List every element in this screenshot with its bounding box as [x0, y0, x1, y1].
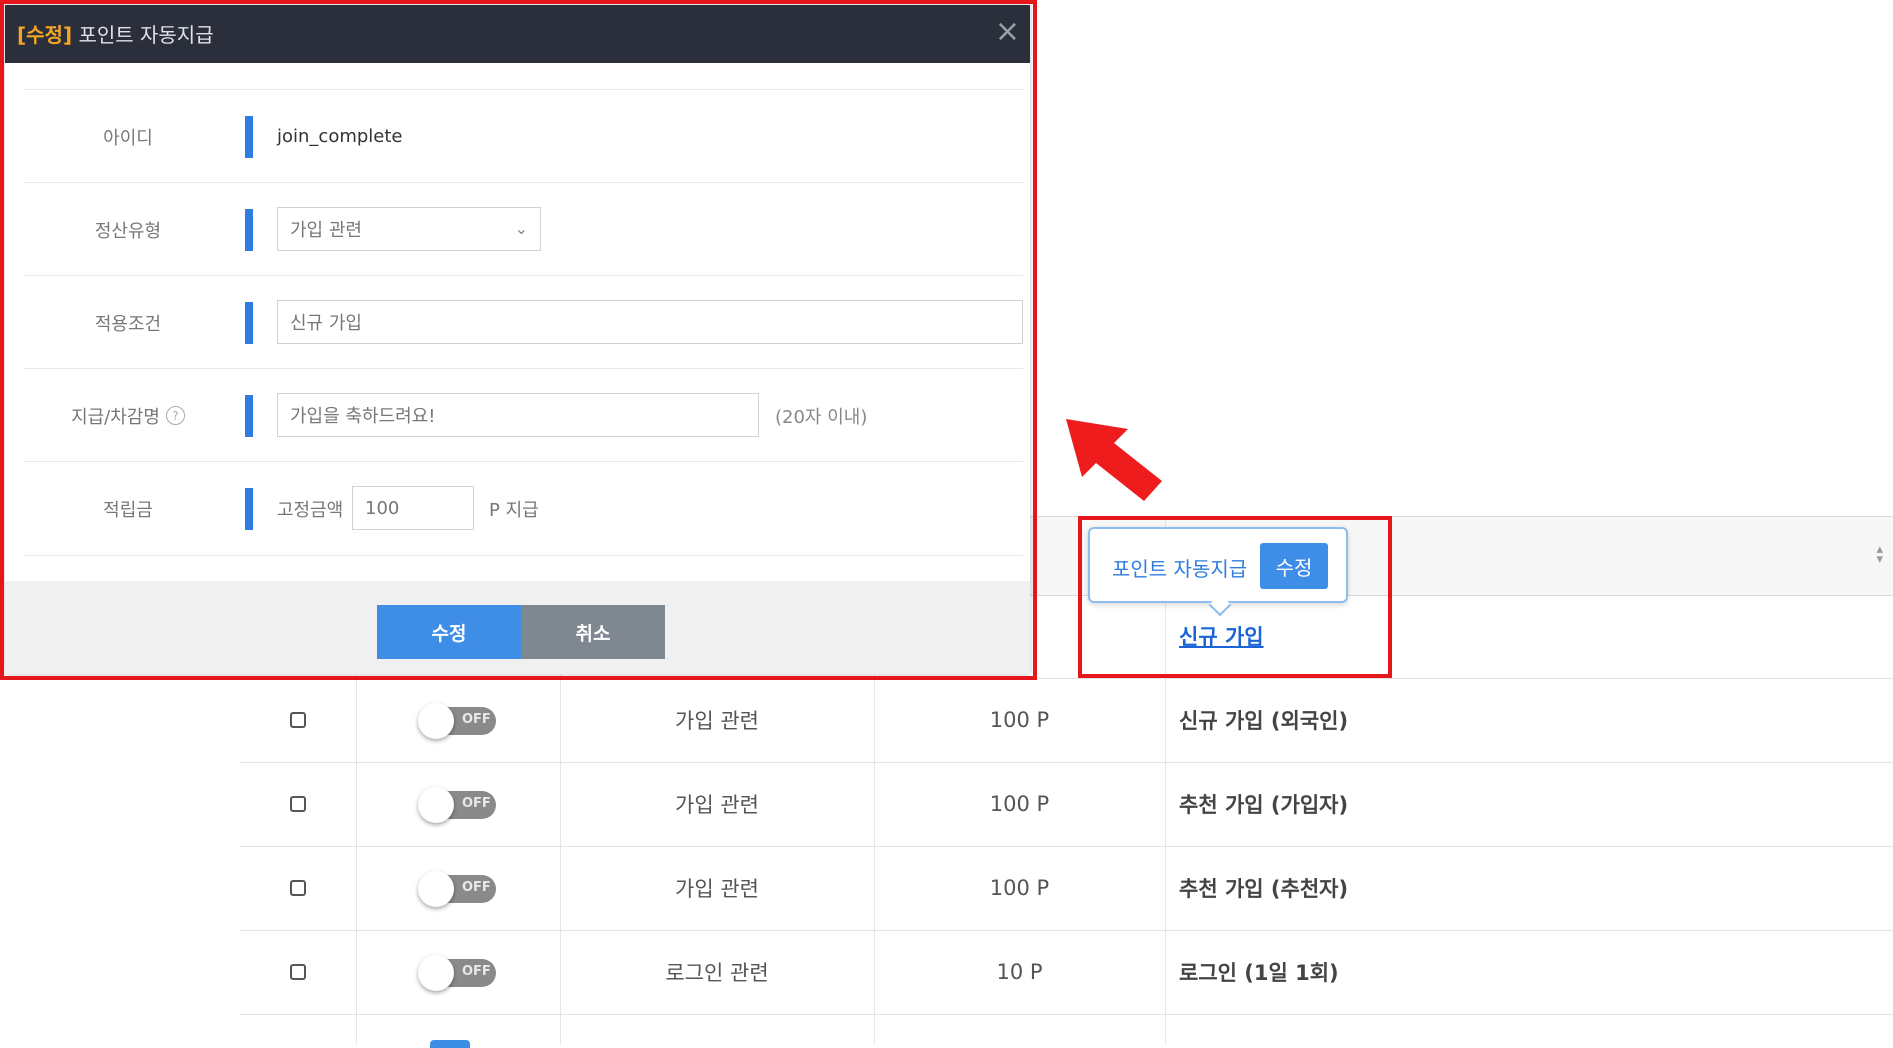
toggle-cell: OFF — [356, 930, 560, 1014]
name-cell[interactable]: 로그인 (1일 1회) — [1165, 930, 1879, 1014]
points-cell: 100 P — [989, 708, 1050, 732]
select-cell — [240, 762, 356, 846]
category-cell: 로그인 관련 — [665, 961, 769, 985]
row-divider — [560, 1014, 561, 1045]
name-cell[interactable]: 추천 가입 (가입자) — [1165, 762, 1879, 846]
category-cell: 가입 관련 — [675, 877, 759, 901]
row-checkbox[interactable] — [290, 796, 306, 812]
toggle-cell: OFF — [356, 762, 560, 846]
table-row: OFF 가입 관련 100 P 신규 가입 (외국인) — [240, 678, 1893, 763]
toggle-knob — [418, 955, 454, 991]
row-checkbox[interactable] — [290, 880, 306, 896]
name-cell[interactable]: 추천 가입 (추천자) — [1165, 846, 1879, 930]
points-cell: 100 P — [989, 876, 1050, 900]
toggle-label: OFF — [462, 880, 491, 895]
red-arrow-icon — [1066, 419, 1162, 501]
toggle-switch[interactable]: OFF — [418, 701, 498, 739]
modal-highlight-frame — [0, 0, 1037, 680]
toggle-switch[interactable]: OFF — [418, 785, 498, 823]
row-divider — [874, 1014, 875, 1045]
table-row: OFF 가입 관련 100 P 추천 가입 (추천자) — [240, 846, 1893, 931]
toggle-label: OFF — [462, 796, 491, 811]
category-cell: 가입 관련 — [675, 793, 759, 817]
select-cell — [240, 846, 356, 930]
points-cell: 10 P — [996, 960, 1043, 984]
row-checkbox[interactable] — [290, 964, 306, 980]
toggle-cell: OFF — [356, 846, 560, 930]
table-row: OFF 로그인 관련 10 P 로그인 (1일 1회) — [240, 930, 1893, 1015]
select-cell — [240, 678, 356, 762]
toggle-label: OFF — [462, 712, 491, 727]
toggle-knob — [418, 787, 454, 823]
category-cell: 가입 관련 — [675, 709, 759, 733]
toggle-switch[interactable]: OFF — [418, 953, 498, 991]
row-divider — [1165, 1014, 1166, 1045]
row-divider — [356, 1014, 357, 1045]
points-cell: 100 P — [989, 792, 1050, 816]
table-row: OFF 가입 관련 100 P 추천 가입 (가입자) — [240, 762, 1893, 847]
select-cell — [240, 930, 356, 1014]
toggle-cell: OFF — [356, 678, 560, 762]
toggle-label: OFF — [462, 964, 491, 979]
toggle-knob — [418, 871, 454, 907]
tooltip-highlight-frame — [1078, 516, 1392, 678]
toggle-knob — [418, 703, 454, 739]
name-cell[interactable]: 신규 가입 (외국인) — [1165, 678, 1879, 762]
partial-toggle-on[interactable] — [430, 1040, 470, 1048]
sort-icon[interactable]: ▴ ▾ — [1876, 543, 1883, 566]
row-checkbox[interactable] — [290, 712, 306, 728]
toggle-switch[interactable]: OFF — [418, 869, 498, 907]
